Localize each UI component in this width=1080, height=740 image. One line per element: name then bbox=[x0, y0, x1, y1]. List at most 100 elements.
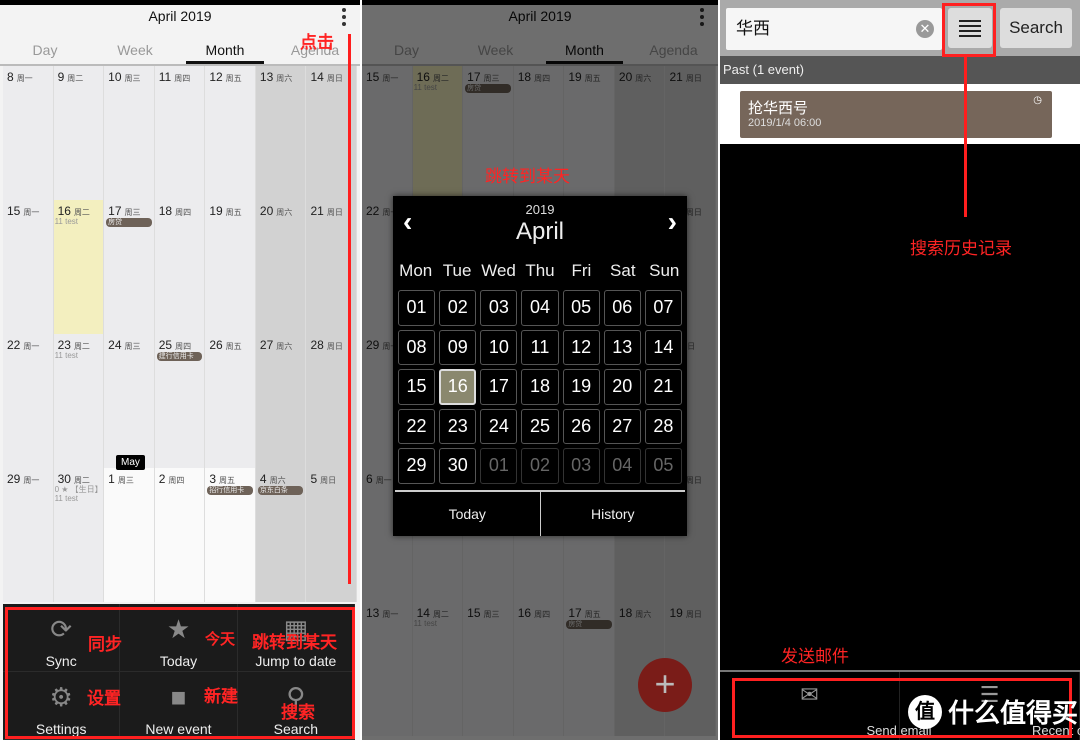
picker-day[interactable]: 08 bbox=[398, 329, 436, 365]
picker-day[interactable]: 04 bbox=[603, 448, 641, 484]
picker-day[interactable]: 22 bbox=[398, 408, 436, 444]
picker-day[interactable]: 02 bbox=[521, 448, 559, 484]
picker-day[interactable]: 28 bbox=[644, 408, 682, 444]
weekday-label: Tue bbox=[442, 261, 472, 280]
today-button[interactable]: Today bbox=[395, 492, 541, 536]
picker-day[interactable]: 30 bbox=[439, 448, 477, 484]
day-number: 26周五 bbox=[209, 338, 242, 352]
day-number: 19周五 bbox=[209, 204, 242, 218]
picker-day[interactable]: 02 bbox=[439, 290, 477, 326]
event-result-item[interactable]: 抢华西号 2019/1/4 06:00 ◷ bbox=[740, 91, 1052, 138]
picker-day[interactable]: 25 bbox=[521, 408, 559, 444]
week-row: 15周一16周二11 test17周三房贷18周四19周五20周六21周日 bbox=[3, 200, 358, 334]
event-chip[interactable]: 京东白条 bbox=[257, 486, 304, 495]
picker-day[interactable]: 01 bbox=[398, 290, 436, 326]
picker-day[interactable]: 13 bbox=[603, 329, 641, 365]
picker-day[interactable]: 05 bbox=[562, 290, 600, 326]
weekday-label: Mon bbox=[399, 261, 433, 280]
search-input[interactable]: 华西 bbox=[726, 8, 942, 50]
day-cell[interactable]: 22周一 bbox=[3, 334, 54, 468]
day-cell[interactable]: 3 周五 招行信用卡 bbox=[205, 468, 256, 602]
tab-month[interactable]: Month bbox=[180, 38, 270, 64]
picker-day[interactable]: 18 bbox=[521, 369, 559, 405]
day-number: 13 周六 bbox=[259, 70, 293, 84]
day-number: 11 周四 bbox=[158, 70, 191, 84]
picker-day[interactable]: 23 bbox=[439, 408, 477, 444]
picker-day[interactable]: 05 bbox=[644, 448, 682, 484]
next-month-button[interactable]: › bbox=[668, 206, 677, 238]
day-cell[interactable]: 1周三 bbox=[104, 468, 155, 602]
day-cell[interactable]: 20周六 bbox=[255, 200, 307, 334]
picker-day[interactable]: 04 bbox=[521, 290, 559, 326]
annotation-arrow bbox=[348, 34, 351, 584]
search-bar: 华西 ✕ Search bbox=[720, 0, 1080, 56]
day-cell[interactable]: 11 周四 bbox=[154, 66, 206, 200]
day-cell[interactable]: 12 周五 bbox=[205, 66, 256, 200]
day-cell[interactable]: 25 周四 建行信用卡 bbox=[154, 334, 206, 468]
event-chip[interactable]: 建行信用卡 bbox=[156, 352, 203, 361]
day-cell[interactable]: 17周三房贷 bbox=[104, 200, 155, 334]
day-number: 29周一 bbox=[7, 472, 40, 486]
day-subtext: 11 test bbox=[54, 217, 78, 226]
picker-day[interactable]: 17 bbox=[480, 369, 518, 405]
day-cell[interactable]: 19周五 bbox=[205, 200, 256, 334]
annotation-today: 今天 bbox=[205, 631, 236, 648]
picker-day[interactable]: 09 bbox=[439, 329, 477, 365]
event-chip[interactable]: 招行信用卡 bbox=[207, 486, 253, 495]
day-number: 25周四 bbox=[158, 338, 192, 352]
picker-day[interactable]: 27 bbox=[603, 408, 641, 444]
annotation-new: 新建 bbox=[204, 687, 238, 706]
picker-day[interactable]: 11 bbox=[521, 329, 559, 365]
picker-day-grid: 01 02 03 04 05 06 07 08 09 10 11 12 13 14 15 16 17 18 19 20… bbox=[396, 288, 684, 486]
day-cell[interactable]: 2周四 bbox=[154, 468, 206, 602]
day-cell[interactable]: 18周四 bbox=[154, 200, 206, 334]
picker-day[interactable]: 15 bbox=[398, 369, 436, 405]
day-cell[interactable]: 24周三 bbox=[104, 334, 155, 468]
event-chip[interactable]: 房贷 bbox=[106, 218, 152, 227]
picker-day[interactable]: 10 bbox=[480, 329, 518, 365]
day-cell[interactable]: 26周五 bbox=[205, 334, 256, 468]
day-number: 12 周五 bbox=[209, 70, 242, 84]
annotation-arrow bbox=[964, 57, 967, 217]
clear-icon[interactable]: ✕ bbox=[916, 20, 934, 38]
picker-day[interactable]: 19 bbox=[562, 369, 600, 405]
day-cell[interactable]: 8 周一 bbox=[3, 66, 54, 200]
day-cell[interactable]: 30 周二 0 ★ 【生日】 11 test bbox=[53, 468, 105, 602]
watermark: 值什么值得买 bbox=[908, 693, 1078, 730]
picker-day[interactable]: 07 bbox=[644, 290, 682, 326]
annotation-box-history bbox=[942, 3, 996, 57]
day-cell[interactable]: 13 周六 bbox=[255, 66, 307, 200]
history-button[interactable]: History bbox=[541, 492, 686, 536]
day-number: 27周六 bbox=[259, 338, 293, 352]
add-event-fab[interactable]: + bbox=[638, 658, 692, 712]
day-cell[interactable]: 10 周三 bbox=[104, 66, 155, 200]
day-cell[interactable]: 23 周二 11 test bbox=[53, 334, 105, 468]
day-cell[interactable]: 15周一 bbox=[3, 200, 54, 334]
day-cell[interactable]: 27周六 bbox=[255, 334, 307, 468]
picker-day[interactable]: 01 bbox=[480, 448, 518, 484]
tab-week[interactable]: Week bbox=[90, 38, 180, 64]
day-cell[interactable]: 9 周二 bbox=[53, 66, 105, 200]
picker-day[interactable]: 20 bbox=[603, 369, 641, 405]
picker-day[interactable]: 03 bbox=[562, 448, 600, 484]
day-number: 15周一 bbox=[7, 204, 40, 218]
picker-day[interactable]: 14 bbox=[644, 329, 682, 365]
day-subtext: 11 test bbox=[54, 351, 78, 360]
search-button[interactable]: Search bbox=[1000, 8, 1072, 48]
day-number: 2周四 bbox=[158, 472, 185, 486]
picker-day-selected[interactable]: 16 bbox=[439, 369, 477, 405]
annotation-jump: 跳转到某天 bbox=[252, 633, 337, 652]
day-cell[interactable]: 4 周六 京东白条 bbox=[255, 468, 307, 602]
tab-day[interactable]: Day bbox=[0, 38, 90, 64]
picker-day[interactable]: 03 bbox=[480, 290, 518, 326]
day-number: 23周二 bbox=[57, 338, 90, 352]
day-cell[interactable]: 16周二11 test bbox=[53, 200, 105, 334]
picker-day[interactable]: 29 bbox=[398, 448, 436, 484]
picker-day[interactable]: 06 bbox=[603, 290, 641, 326]
overflow-menu-icon[interactable] bbox=[341, 8, 347, 26]
picker-day[interactable]: 24 bbox=[480, 408, 518, 444]
picker-day[interactable]: 12 bbox=[562, 329, 600, 365]
picker-day[interactable]: 26 bbox=[562, 408, 600, 444]
picker-day[interactable]: 21 bbox=[644, 369, 682, 405]
day-cell[interactable]: 29周一 bbox=[3, 468, 54, 602]
